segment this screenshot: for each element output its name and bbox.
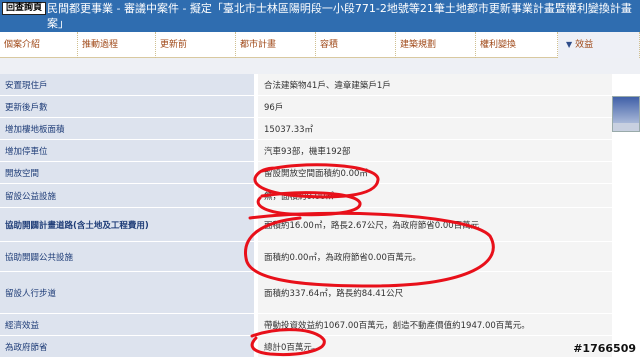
row-value: 汽車93部，機車192部 <box>264 146 351 157</box>
tab-bar: 個案介紹 推動過程 更新前 都市計畫 容積 建築規劃 權利變換 ▼ 效益 <box>0 32 640 58</box>
table-row: 經濟效益 帶動投資效益約1067.00百萬元，創造不動產價值約1947.00百萬… <box>0 314 612 336</box>
tab-label: 個案介紹 <box>4 40 41 50</box>
tab-label: 效益 <box>575 40 594 50</box>
table-row: 留設人行步道 面積約337.64㎡，路長約84.41公尺 <box>0 272 612 314</box>
table-row: 更新後戶數 96戶 <box>0 96 612 118</box>
row-value: 面積約337.64㎡，路長約84.41公尺 <box>264 288 404 299</box>
row-label: 增加停車位 <box>5 146 48 157</box>
row-value: 15037.33㎡ <box>264 124 314 135</box>
thumbnail-ground <box>613 123 639 131</box>
tab-label: 推動過程 <box>82 40 119 50</box>
page-header: 回查詢頁 民間都更事業 - 審議中案件 - 擬定「臺北市士林區陽明段一小段771… <box>0 0 640 32</box>
table-row: 協助開闢計畫道路(含土地及工程費用) 面積約16.00㎡，路長2.67公尺，為政… <box>0 208 612 242</box>
row-label: 協助開闢計畫道路(含土地及工程費用) <box>5 220 149 231</box>
tab-label: 更新前 <box>160 40 188 50</box>
row-label: 更新後戶數 <box>5 102 48 113</box>
row-label: 留設人行步道 <box>5 288 57 299</box>
tab-before-renewal[interactable]: 更新前 <box>156 32 236 58</box>
thumbnail-sky <box>613 97 639 123</box>
row-label: 安置現住戶 <box>5 80 48 91</box>
row-value: 96戶 <box>264 102 284 113</box>
tab-process[interactable]: 推動過程 <box>78 32 156 58</box>
row-label: 留設公益設施 <box>5 191 57 202</box>
row-value: 帶動投資效益約1067.00百萬元，創造不動產價值約1947.00百萬元。 <box>264 320 530 331</box>
row-value: 合法建築物41戶、違章建築戶1戶 <box>264 80 391 91</box>
tab-rights-transformation[interactable]: 權利變換 <box>476 32 558 58</box>
tab-urban-plan[interactable]: 都市計畫 <box>236 32 316 58</box>
table-row: 安置現住戶 合法建築物41戶、違章建築戶1戶 <box>0 74 612 96</box>
image-id-watermark: #1766509 <box>573 342 636 355</box>
table-row: 開放空間 留設開放空間面積約0.00㎡ <box>0 162 612 184</box>
building-thumbnail[interactable] <box>612 96 640 132</box>
back-to-search-button[interactable]: 回查詢頁 <box>2 2 46 15</box>
row-label: 增加樓地板面積 <box>5 124 65 135</box>
tab-building-plan[interactable]: 建築規劃 <box>396 32 476 58</box>
row-label: 經濟效益 <box>5 320 40 331</box>
row-label: 協助開闢公共設施 <box>5 252 74 263</box>
page-title: 民間都更事業 - 審議中案件 - 擬定「臺北市士林區陽明段一小段771-2地號等… <box>47 2 632 30</box>
tab-benefits[interactable]: ▼ 效益 <box>558 32 640 58</box>
chevron-down-icon: ▼ <box>566 40 573 49</box>
spacer <box>0 58 640 74</box>
tab-case-intro[interactable]: 個案介紹 <box>0 32 78 58</box>
table-row: 為政府節省 總計0百萬元。 <box>0 336 612 358</box>
tab-label: 建築規劃 <box>400 40 437 50</box>
table-row: 增加停車位 汽車93部，機車192部 <box>0 140 612 162</box>
table-row: 增加樓地板面積 15037.33㎡ <box>0 118 612 140</box>
tab-label: 權利變換 <box>480 40 517 50</box>
row-value: 無，面積約0.00㎡ <box>264 191 334 202</box>
row-value: 總計0百萬元。 <box>264 342 321 353</box>
tab-label: 容積 <box>320 40 339 50</box>
row-label: 開放空間 <box>5 168 40 179</box>
tab-floor-area[interactable]: 容積 <box>316 32 396 58</box>
tab-label: 都市計畫 <box>240 40 277 50</box>
row-value: 留設開放空間面積約0.00㎡ <box>264 168 368 179</box>
row-value: 面積約0.00㎡，為政府節省0.00百萬元。 <box>264 252 421 263</box>
table-row: 留設公益設施 無，面積約0.00㎡ <box>0 184 612 208</box>
table-row: 協助開闢公共設施 面積約0.00㎡，為政府節省0.00百萬元。 <box>0 242 612 272</box>
row-value: 面積約16.00㎡，路長2.67公尺，為政府節省0.00百萬元 <box>264 220 480 231</box>
row-label: 為政府節省 <box>5 342 48 353</box>
